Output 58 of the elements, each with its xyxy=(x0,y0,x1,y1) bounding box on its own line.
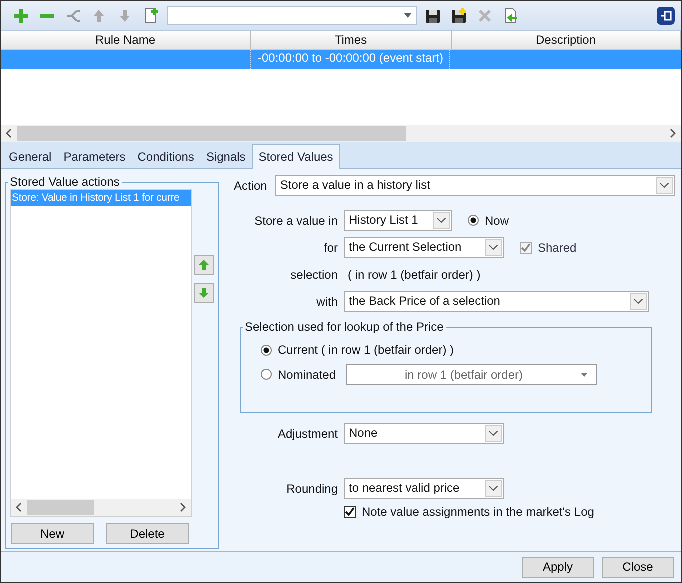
action-button[interactable]: Delete xyxy=(106,523,189,544)
scroll-left-icon[interactable] xyxy=(16,503,22,512)
chevron-icon xyxy=(630,293,647,310)
chevron-icon xyxy=(433,212,450,229)
now-radio[interactable]: Now xyxy=(468,214,510,228)
chevron-icon xyxy=(485,480,502,497)
history-list-dropdown[interactable]: History List 1 xyxy=(344,210,452,231)
tab[interactable]: Parameters xyxy=(58,146,132,168)
up-arrow-icon xyxy=(199,260,209,270)
price-dropdown[interactable]: the Back Price of a selection xyxy=(344,291,649,312)
check-icon xyxy=(521,242,531,252)
tab[interactable]: Signals xyxy=(200,146,252,168)
selection-dropdown[interactable]: the Current Selection xyxy=(344,237,504,258)
footer-button[interactable]: Apply xyxy=(522,556,594,578)
field-label: Rounding xyxy=(286,482,338,496)
selection-text: ( in row 1 (betfair order) ) xyxy=(347,268,481,282)
column-header[interactable]: Rule Name xyxy=(1,31,251,49)
horizontal-scrollbar[interactable] xyxy=(1,125,681,142)
tab[interactable]: Stored Values xyxy=(252,144,340,169)
option-radio[interactable]: Current ( in row 1 (betfair order) ) xyxy=(261,343,454,357)
column-header[interactable]: Description xyxy=(452,31,681,49)
down-arrow-icon xyxy=(199,288,209,298)
field-label: Store a value in xyxy=(254,214,338,228)
field-label: Action xyxy=(234,178,268,192)
group-title: Selection used for lookup of the Price xyxy=(244,320,445,334)
caret-icon xyxy=(581,372,588,376)
scroll-right-icon[interactable] xyxy=(180,503,186,512)
scroll-right-icon[interactable] xyxy=(670,129,676,138)
chevron-icon xyxy=(485,239,502,256)
column-header[interactable]: Times xyxy=(251,31,452,49)
pin-icon[interactable] xyxy=(657,6,675,24)
tab[interactable]: General xyxy=(3,146,58,168)
move-down-button[interactable] xyxy=(194,283,214,303)
log-checkbox[interactable]: Note value assignments in the market's Log xyxy=(344,504,594,518)
tab[interactable]: Conditions xyxy=(132,146,200,168)
rounding-dropdown[interactable]: to nearest valid price xyxy=(344,478,504,499)
chevron-icon xyxy=(656,177,673,194)
group-title: Stored Value actions xyxy=(9,175,121,189)
save-add-icon[interactable] xyxy=(449,6,469,26)
field-label: Adjustment xyxy=(276,426,338,440)
option-radio[interactable]: Nominated xyxy=(261,368,346,382)
move-up-button[interactable] xyxy=(194,255,214,275)
rule-dropdown[interactable] xyxy=(167,6,417,25)
scroll-left-icon[interactable] xyxy=(6,129,12,138)
nominated-dropdown[interactable]: in row 1 (betfair order) xyxy=(346,364,597,385)
caret-icon xyxy=(404,13,412,18)
field-label: with xyxy=(316,294,338,308)
times-text: -00:00:00 to -00:00:00 (event start) xyxy=(250,50,450,69)
action-dropdown[interactable]: Store a value in a history list xyxy=(275,175,675,196)
scroll-thumb[interactable] xyxy=(17,126,406,141)
chevron-icon xyxy=(485,425,502,442)
field-label: for xyxy=(322,240,338,254)
action-button[interactable]: New xyxy=(11,523,94,544)
field-label: selection xyxy=(290,268,338,282)
footer-button[interactable]: Close xyxy=(602,556,674,578)
scroll-thumb[interactable] xyxy=(27,500,94,515)
check-icon xyxy=(345,506,355,516)
adjustment-dropdown[interactable]: None xyxy=(344,423,504,444)
